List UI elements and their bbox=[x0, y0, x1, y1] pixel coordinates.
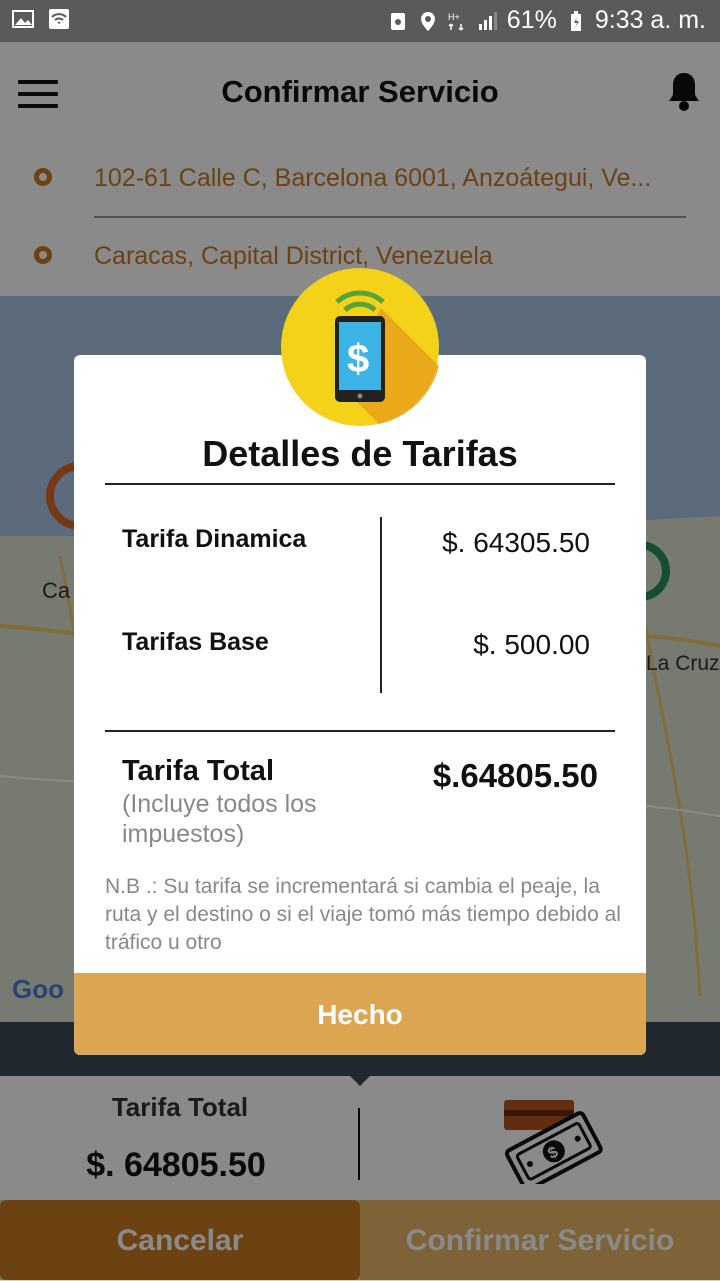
base-fare-value: $. 500.00 bbox=[473, 629, 590, 660]
total-fare-note: (Incluye todos los impuestos) bbox=[122, 790, 317, 848]
total-fare-label: Tarifa Total bbox=[122, 755, 274, 787]
total-rule bbox=[105, 730, 615, 732]
dialog-title: Detalles de Tarifas bbox=[202, 433, 518, 474]
dynamic-fare-value: $. 64305.50 bbox=[442, 527, 590, 558]
payment-phone-icon: $ bbox=[281, 268, 439, 426]
location-icon bbox=[420, 11, 435, 31]
fare-column-divider bbox=[380, 517, 382, 693]
svg-text:$: $ bbox=[347, 337, 369, 381]
fare-details-dialog: Detalles de Tarifas Tarifa Dinamica $. 6… bbox=[74, 355, 646, 1055]
signal-icon bbox=[478, 11, 497, 30]
image-icon bbox=[12, 10, 34, 28]
wifi-icon bbox=[49, 9, 69, 29]
fare-disclaimer: N.B .: Su tarifa se incrementará si camb… bbox=[105, 875, 621, 954]
title-rule bbox=[105, 483, 615, 485]
status-bar: H+ 61% 9:33 a. m. bbox=[0, 0, 720, 42]
clock: 9:33 a. m. bbox=[594, 6, 706, 34]
battery-saver-icon bbox=[390, 12, 405, 30]
base-fare-label: Tarifas Base bbox=[122, 628, 269, 656]
battery-icon bbox=[570, 10, 581, 31]
dynamic-fare-label: Tarifa Dinamica bbox=[122, 525, 307, 553]
done-button[interactable]: Hecho bbox=[74, 973, 646, 1055]
svg-text:H+: H+ bbox=[448, 12, 460, 22]
battery-percent: 61% bbox=[506, 6, 557, 34]
total-fare-value: $.64805.50 bbox=[432, 757, 598, 794]
hplus-icon: H+ bbox=[448, 12, 464, 31]
